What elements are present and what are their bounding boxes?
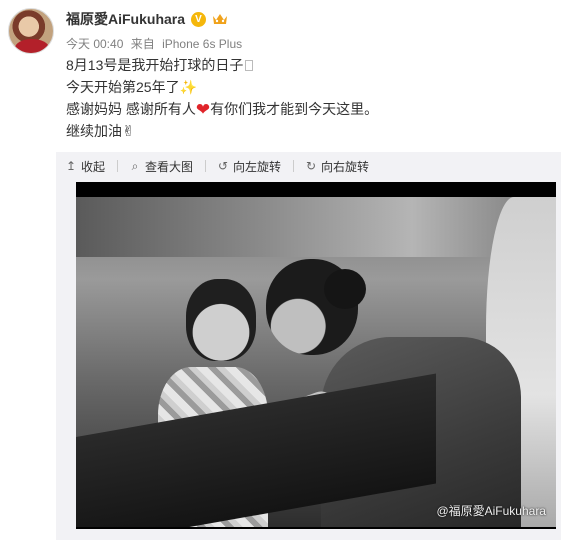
photo-watermark: @福原愛AiFukuhara xyxy=(436,504,546,518)
collapse-button[interactable]: ↥ 收起 xyxy=(64,158,105,175)
missing-glyph-icon xyxy=(245,60,254,71)
rotate-left-icon: ↺ xyxy=(218,159,229,173)
sparkle-icon: ✨ xyxy=(179,79,198,95)
photo-girl-head xyxy=(186,279,256,361)
post-line-3a: 感谢妈妈 感谢所有人 xyxy=(66,101,196,117)
heart-icon: ❤ xyxy=(195,100,211,119)
toolbar-divider xyxy=(117,160,119,172)
post-line: 继续加油✌ xyxy=(66,120,378,142)
source-device[interactable]: iPhone 6s Plus xyxy=(162,37,242,51)
rotate-left-button[interactable]: ↺ 向左旋转 xyxy=(216,158,281,175)
rotate-right-icon: ↻ xyxy=(306,159,317,173)
toolbar-divider xyxy=(293,160,295,172)
weibo-post: 福原愛AiFukuhara V 今天 00:40 来自 iPhone 6s Pl… xyxy=(0,0,561,540)
post-line-1: 8月13号是我开始打球的日子 xyxy=(66,57,244,73)
arrow-up-icon: ↥ xyxy=(65,159,77,173)
collapse-label: 收起 xyxy=(81,159,106,174)
photo-background xyxy=(76,197,556,257)
verified-badge-icon[interactable]: V xyxy=(191,11,207,27)
post-line-4: 继续加油 xyxy=(66,123,122,139)
rotate-left-label: 向左旋转 xyxy=(233,159,282,174)
peace-hand-icon: ✌ xyxy=(122,123,135,140)
avatar[interactable] xyxy=(8,8,54,54)
toolbar-divider xyxy=(205,160,207,172)
post-meta: 今天 00:40 来自 iPhone 6s Plus xyxy=(66,35,246,52)
rotate-right-label: 向右旋转 xyxy=(321,159,370,174)
photo-woman-bun xyxy=(324,269,366,309)
source-prefix: 来自 xyxy=(130,37,155,51)
rotate-right-button[interactable]: ↻ 向右旋转 xyxy=(304,158,369,175)
avatar-shirt xyxy=(15,39,49,53)
username[interactable]: 福原愛AiFukuhara xyxy=(66,9,185,29)
post-line: 感谢妈妈 感谢所有人❤有你们我才能到今天这里。 xyxy=(66,98,378,120)
post-line: 今天开始第25年了✨ xyxy=(66,76,378,98)
username-row: 福原愛AiFukuhara V xyxy=(66,8,228,30)
media-toolbar: ↥ 收起 ⌕ 查看大图 ↺ 向左旋转 ↻ 向右旋转 xyxy=(56,152,561,180)
view-large-label: 查看大图 xyxy=(145,159,194,174)
media-panel: ↥ 收起 ⌕ 查看大图 ↺ 向左旋转 ↻ 向右旋转 @福原愛AiFukuhara xyxy=(56,152,561,540)
view-large-button[interactable]: ⌕ 查看大图 xyxy=(128,158,193,175)
post-text: 8月13号是我开始打球的日子 今天开始第25年了✨ 感谢妈妈 感谢所有人❤有你们… xyxy=(66,54,378,142)
magnifier-icon: ⌕ xyxy=(131,158,139,173)
photo-frame: @福原愛AiFukuhara xyxy=(76,182,556,529)
post-line: 8月13号是我开始打球的日子 xyxy=(66,54,378,76)
post-line-2: 今天开始第25年了 xyxy=(66,79,180,95)
member-crown-icon[interactable] xyxy=(212,12,228,26)
post-photo[interactable]: @福原愛AiFukuhara xyxy=(76,197,556,527)
post-time[interactable]: 今天 00:40 xyxy=(66,37,123,51)
post-line-3b: 有你们我才能到今天这里。 xyxy=(210,101,379,117)
